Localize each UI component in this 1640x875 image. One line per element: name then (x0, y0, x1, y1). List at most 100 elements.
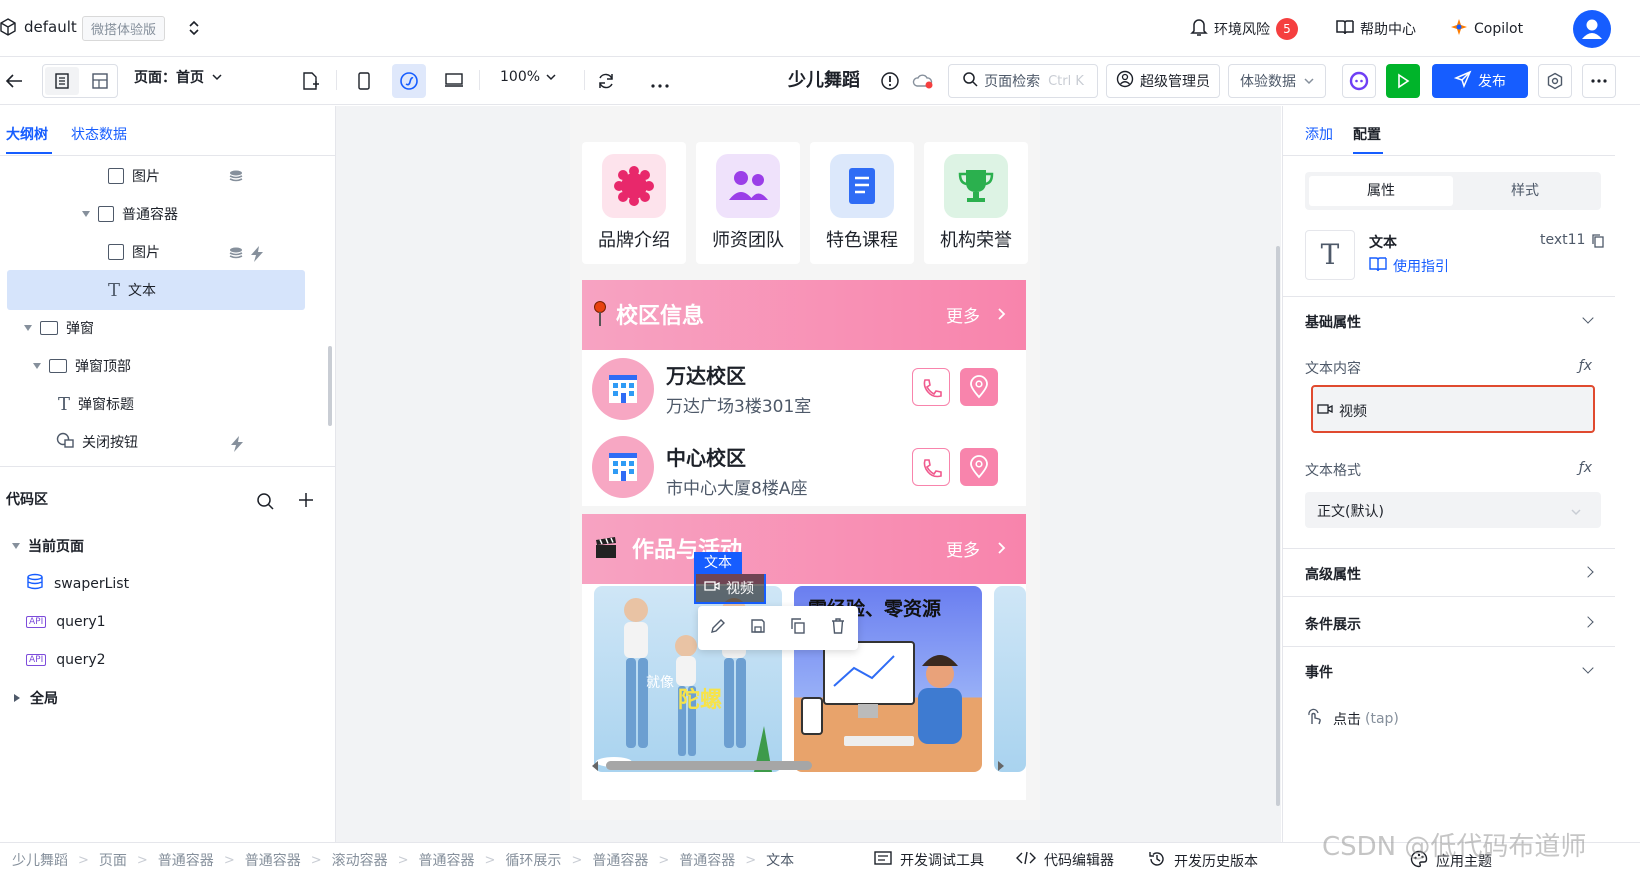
save-icon[interactable] (749, 617, 767, 639)
refresh-icon[interactable] (596, 71, 616, 95)
breadcrumb-item[interactable]: 普通容器 (245, 850, 301, 870)
seg-style[interactable]: 样式 (1453, 176, 1597, 206)
breadcrumb-item[interactable]: 循环展示 (505, 850, 561, 870)
page-search-button[interactable]: 页面检索 Ctrl K (948, 64, 1098, 98)
outline-view-icon[interactable] (45, 67, 79, 95)
edition-tag: 微搭体验版 (82, 16, 166, 41)
page-select[interactable]: 页面：首页 (134, 67, 222, 87)
desktop-view-icon[interactable] (444, 71, 464, 93)
scroll-left-arrow[interactable] (590, 760, 600, 776)
copilot-button[interactable]: Copilot (1450, 18, 1523, 40)
code-item-query1[interactable]: API query1 (26, 602, 106, 642)
run-preview-button[interactable] (1386, 64, 1420, 98)
tree-item-image[interactable]: 图片 (108, 232, 160, 272)
more-link[interactable]: 更多 (946, 302, 1006, 327)
more-menu-icon[interactable] (1582, 64, 1616, 98)
mobile-view-icon[interactable] (356, 71, 372, 95)
text-format-select[interactable]: 正文(默认) (1305, 492, 1601, 528)
work-image-3[interactable] (994, 586, 1026, 772)
datasource-icon (26, 573, 46, 595)
user-role-button[interactable]: 超级管理员 (1106, 64, 1220, 98)
chevron-down-icon[interactable] (1582, 312, 1594, 324)
breadcrumb-item[interactable]: 普通容器 (679, 850, 735, 870)
breadcrumb-item[interactable]: 普通容器 (158, 850, 214, 870)
history-versions-button[interactable]: 开发历史版本 (1148, 850, 1258, 872)
basic-props-title[interactable]: 基础属性 (1305, 312, 1361, 332)
tab-add[interactable]: 添加 (1305, 124, 1333, 144)
nav-card-brand[interactable]: 品牌介绍 (582, 142, 686, 264)
back-arrow-icon[interactable] (4, 71, 24, 95)
cloud-sync-icon[interactable] (912, 72, 934, 94)
location-button[interactable] (960, 368, 998, 406)
tab-state-data[interactable]: 状态数据 (71, 124, 127, 144)
tree-item-close-button[interactable]: 关闭按钮 (56, 422, 138, 462)
nav-card-teachers[interactable]: 师资团队 (696, 142, 800, 264)
code-item-query2[interactable]: API query2 (26, 640, 106, 680)
env-risk-button[interactable]: 环境风险 5 (1190, 17, 1298, 41)
location-button[interactable] (960, 448, 998, 486)
code-editor-button[interactable]: 代码编辑器 (1016, 850, 1114, 870)
more-link[interactable]: 更多 (946, 536, 1006, 561)
code-current-page[interactable]: 当前页面 (12, 526, 84, 566)
breadcrumb-item[interactable]: 普通容器 (592, 850, 648, 870)
breadcrumb-item[interactable]: 页面 (99, 850, 127, 870)
zoom-select[interactable]: 100% (500, 69, 556, 85)
scroll-right-arrow[interactable] (996, 760, 1006, 776)
more-icon[interactable] (650, 77, 670, 93)
condition-display-title[interactable]: 条件展示 (1305, 614, 1361, 634)
search-icon[interactable] (256, 492, 274, 514)
ai-assistant-icon[interactable] (1342, 64, 1376, 98)
add-icon[interactable] (298, 492, 314, 512)
tree-item-popup-header[interactable]: 弹窗顶部 (33, 346, 131, 386)
delete-icon[interactable] (829, 617, 847, 639)
publish-button[interactable]: 发布 (1432, 64, 1528, 98)
formula-fx-icon[interactable]: ƒx (1579, 460, 1592, 476)
usage-guide-link[interactable]: 使用指引 (1369, 256, 1449, 276)
copy-icon[interactable] (789, 617, 807, 639)
code-global[interactable]: 全局 (14, 678, 58, 718)
edit-icon[interactable] (709, 617, 727, 639)
switch-app-icon[interactable] (188, 19, 200, 41)
help-center-button[interactable]: 帮助中心 (1336, 18, 1416, 40)
chevron-down-icon[interactable] (1582, 662, 1594, 674)
settings-gear-icon[interactable] (1538, 64, 1572, 98)
grid-view-icon[interactable] (83, 67, 117, 95)
nav-card-courses[interactable]: 特色课程 (810, 142, 914, 264)
selected-text-element[interactable]: 视频 (694, 574, 766, 604)
call-button[interactable] (912, 368, 950, 406)
tree-item-popup[interactable]: 弹窗 (24, 308, 94, 348)
call-button[interactable] (912, 448, 950, 486)
nav-card-honors[interactable]: 机构荣誉 (924, 142, 1028, 264)
info-icon[interactable] (880, 71, 900, 95)
data-mode-select[interactable]: 体验数据 (1228, 64, 1326, 98)
events-title[interactable]: 事件 (1305, 662, 1333, 682)
copy-id-icon[interactable] (1591, 233, 1605, 253)
mini-program-view-icon[interactable] (392, 64, 426, 98)
chevron-right-icon[interactable] (1582, 616, 1594, 628)
debug-tools-button[interactable]: 开发调试工具 (874, 850, 984, 870)
text-content-input[interactable]: 视频 (1311, 385, 1595, 433)
breadcrumb-item[interactable]: 滚动容器 (332, 850, 388, 870)
app-name[interactable]: default (24, 18, 77, 36)
breadcrumb-item[interactable]: 文本 (766, 850, 794, 870)
event-tap[interactable]: 点击 (tap) (1305, 708, 1399, 730)
seg-properties[interactable]: 属性 (1309, 176, 1453, 206)
tree-item-image[interactable]: 图片 (108, 156, 160, 196)
tab-outline-tree[interactable]: 大纲树 (6, 124, 48, 144)
avatar[interactable] (1573, 10, 1611, 48)
tree-scrollbar[interactable] (328, 346, 332, 426)
tree-item-popup-title[interactable]: T 弹窗标题 (58, 384, 134, 424)
more-label: 更多 (946, 541, 980, 561)
code-item-swaperlist[interactable]: swaperList (26, 564, 129, 604)
tab-config[interactable]: 配置 (1353, 124, 1381, 144)
chevron-right-icon[interactable] (1582, 566, 1594, 578)
breadcrumb-item[interactable]: 普通容器 (419, 850, 475, 870)
horizontal-scrollbar[interactable] (606, 761, 812, 770)
tree-item-text-selected[interactable]: T 文本 (7, 270, 305, 310)
canvas-scrollbar[interactable] (1276, 246, 1280, 806)
advanced-props-title[interactable]: 高级属性 (1305, 564, 1361, 584)
tree-item-container[interactable]: 普通容器 (82, 194, 178, 234)
breadcrumb-item[interactable]: 少儿舞蹈 (12, 850, 68, 870)
add-page-icon[interactable] (300, 71, 320, 95)
formula-fx-icon[interactable]: ƒx (1579, 358, 1592, 374)
